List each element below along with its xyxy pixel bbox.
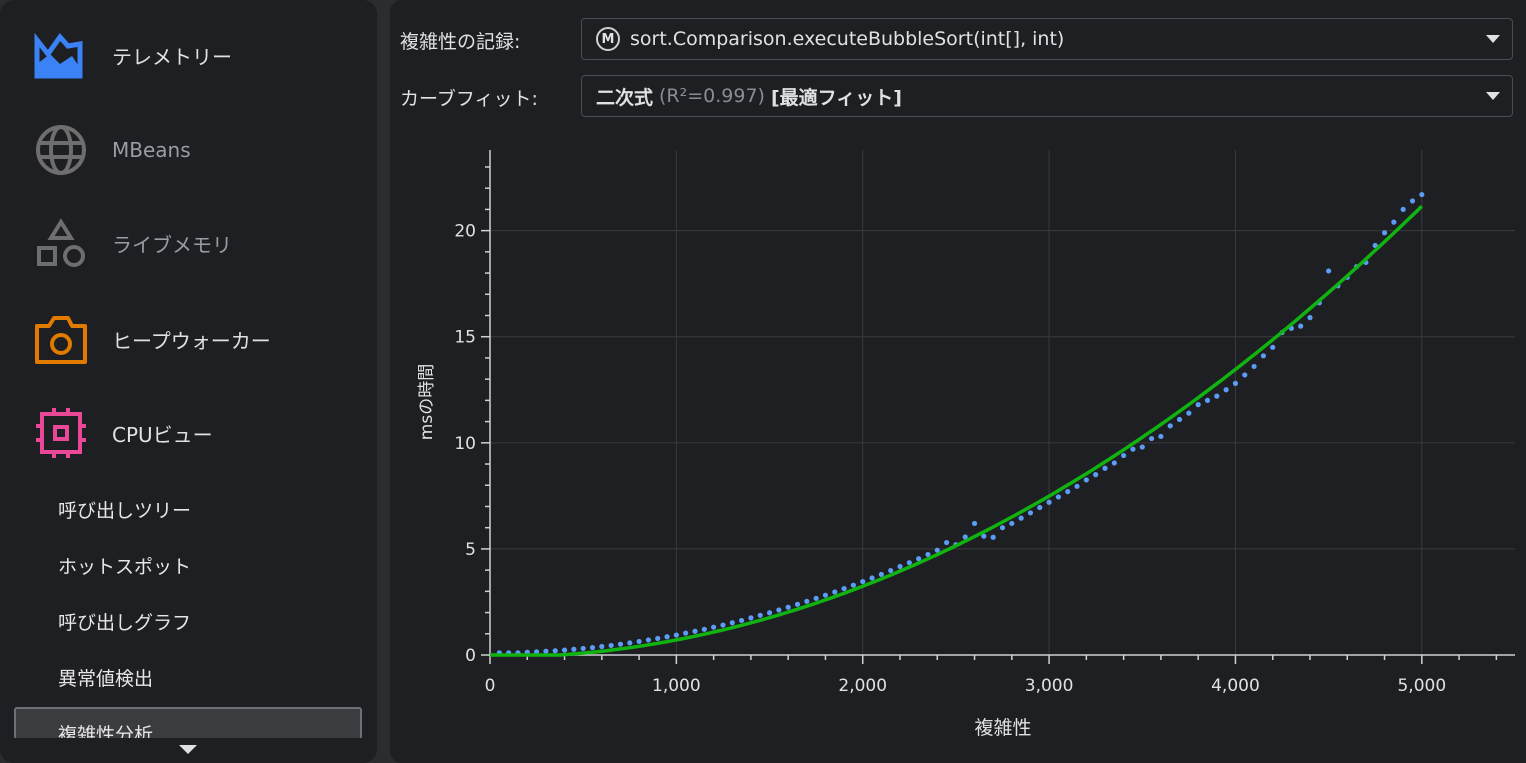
data-point	[1121, 452, 1127, 459]
data-point	[1326, 268, 1332, 274]
y-tick-label: 5	[465, 540, 476, 560]
y-axis-label: msの時間	[417, 364, 437, 440]
data-point	[1083, 477, 1089, 483]
data-point	[683, 630, 689, 636]
data-point	[1093, 472, 1099, 478]
data-point	[1074, 483, 1080, 489]
complexity-chart: 0 1,000 2,000 3,000 4,000 5,000 0 5 10 15 20 複雑性 m…	[417, 150, 1515, 739]
data-point	[729, 620, 735, 626]
data-point	[1381, 230, 1388, 236]
data-point	[580, 645, 586, 652]
data-point	[1214, 393, 1220, 399]
data-point	[748, 615, 754, 621]
data-point	[1251, 363, 1257, 370]
data-point	[785, 604, 791, 610]
data-point	[878, 571, 884, 577]
fit-curve	[490, 204, 1424, 657]
data-point	[990, 534, 996, 540]
data-point	[832, 589, 838, 595]
data-point	[571, 646, 577, 652]
data-point	[1298, 323, 1304, 329]
data-point	[1027, 510, 1034, 516]
data-point	[869, 575, 875, 581]
data-point	[757, 612, 763, 618]
x-axis-label: 複雑性	[974, 717, 1031, 739]
data-point	[1009, 520, 1015, 527]
data-point	[822, 592, 829, 598]
data-point	[552, 648, 558, 654]
data-point	[1270, 344, 1276, 350]
data-point	[1409, 198, 1416, 204]
data-point	[692, 628, 698, 634]
data-point	[1055, 494, 1062, 500]
data-point	[561, 647, 568, 653]
data-point	[1018, 515, 1024, 521]
x-tick-label: 3,000	[1025, 676, 1074, 696]
data-point	[1046, 499, 1052, 505]
data-point	[943, 539, 950, 546]
data-point	[766, 610, 773, 616]
data-point	[971, 520, 978, 527]
data-point	[888, 567, 894, 574]
y-tick-label: 20	[454, 222, 476, 242]
data-point	[1204, 397, 1211, 403]
data-point	[897, 563, 903, 570]
data-point	[738, 617, 745, 624]
x-tick-label: 4,000	[1211, 676, 1260, 696]
data-point	[1139, 444, 1145, 450]
data-point	[636, 638, 642, 645]
data-point	[1232, 380, 1239, 387]
data-point	[617, 641, 624, 647]
data-point	[1130, 446, 1136, 452]
data-point	[1400, 206, 1406, 213]
data-point	[589, 644, 596, 651]
x-tick-label: 5,000	[1397, 676, 1446, 696]
data-point	[776, 607, 782, 613]
data-point	[1176, 416, 1183, 423]
data-point	[1186, 410, 1192, 416]
x-tick-label: 1,000	[652, 676, 701, 696]
data-point	[1167, 423, 1173, 429]
data-point	[1260, 353, 1267, 359]
data-point	[1223, 387, 1229, 393]
data-point	[1148, 435, 1155, 442]
data-point	[1037, 504, 1043, 511]
data-point	[841, 585, 847, 592]
data-point	[850, 582, 857, 588]
data-point	[655, 635, 661, 642]
data-point	[1065, 489, 1071, 495]
y-tick-label: 10	[454, 434, 476, 454]
y-tick-label: 0	[465, 646, 476, 666]
y-tick-label: 15	[454, 328, 476, 348]
data-point	[1158, 433, 1164, 440]
data-point	[860, 578, 866, 585]
data-point	[1102, 465, 1108, 471]
data-point	[999, 525, 1006, 531]
data-point	[813, 595, 819, 601]
data-point	[1307, 315, 1313, 321]
data-point	[720, 622, 726, 628]
data-point	[645, 637, 652, 643]
data-point	[664, 634, 670, 640]
data-point	[804, 598, 810, 604]
data-point	[608, 642, 614, 649]
data-point	[711, 624, 717, 630]
data-point	[543, 648, 549, 654]
data-point	[1195, 402, 1201, 408]
data-point	[1242, 372, 1248, 378]
data-point	[1419, 191, 1425, 198]
data-point	[1391, 219, 1397, 225]
data-point	[627, 640, 633, 646]
x-tick-label: 2,000	[838, 676, 887, 696]
data-point	[794, 601, 801, 607]
data-point	[701, 626, 707, 632]
data-point	[599, 643, 605, 650]
data-point	[1111, 460, 1117, 466]
x-tick-label: 0	[485, 676, 496, 696]
data-point	[673, 632, 679, 638]
